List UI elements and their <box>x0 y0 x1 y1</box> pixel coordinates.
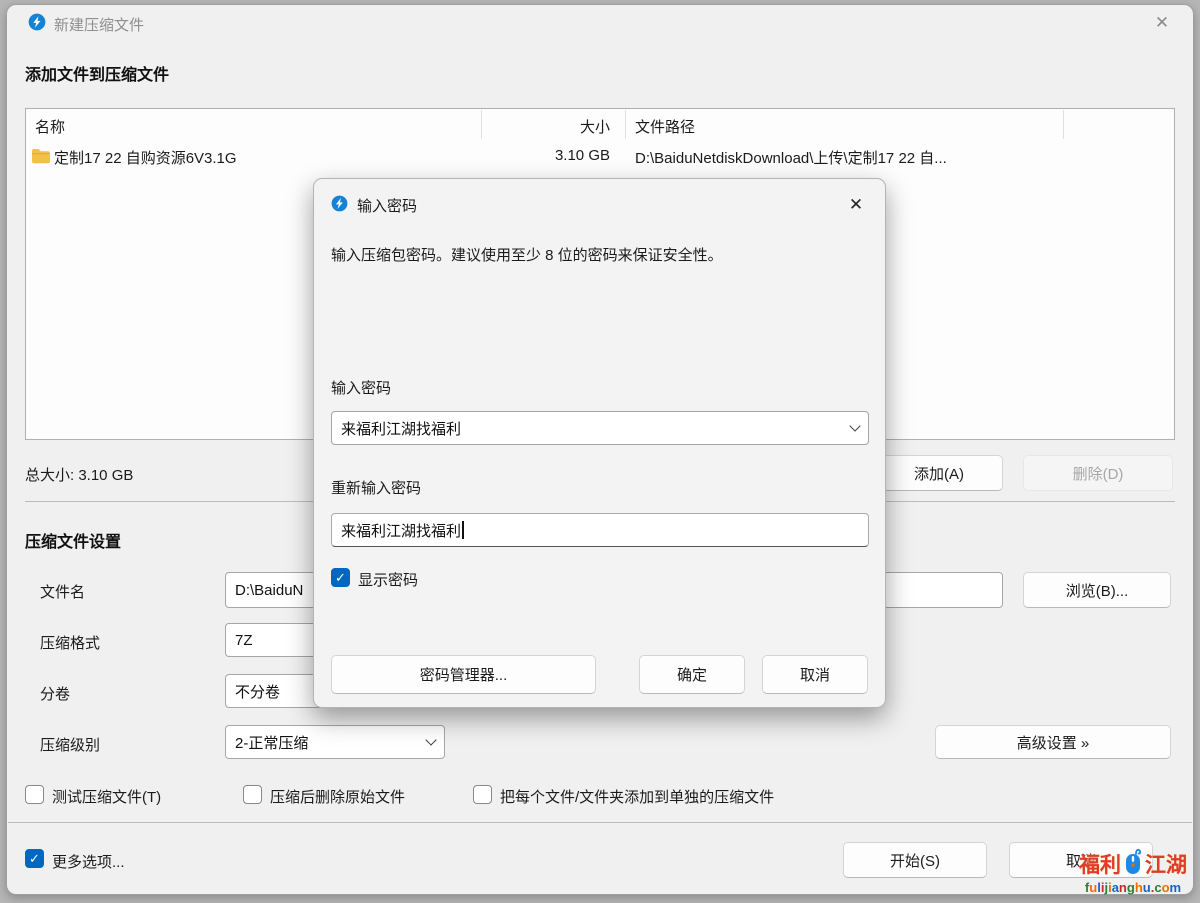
window-close-icon[interactable]: ✕ <box>1142 8 1182 38</box>
dialog-instruction: 输入压缩包密码。建议使用至少 8 位的密码来保证安全性。 <box>331 244 871 265</box>
password-label: 输入密码 <box>331 377 391 398</box>
window-title: 新建压缩文件 <box>54 14 144 35</box>
browse-button[interactable]: 浏览(B)... <box>1023 572 1171 608</box>
separate-archives-label[interactable]: 把每个文件/文件夹添加到单独的压缩文件 <box>500 786 774 807</box>
total-size-label: 总大小: 3.10 GB <box>25 464 133 485</box>
folder-icon <box>31 148 50 169</box>
show-password-label[interactable]: 显示密码 <box>358 569 418 590</box>
dialog-close-icon[interactable]: ✕ <box>836 190 876 220</box>
watermark-left-text: 福利 <box>1079 849 1121 879</box>
delete-after-label[interactable]: 压缩后删除原始文件 <box>270 786 405 807</box>
chevron-down-icon <box>425 734 436 745</box>
password-combobox[interactable]: 来福利江湖找福利 <box>331 411 869 445</box>
add-button[interactable]: 添加(A) <box>875 455 1003 491</box>
filename-value: D:\BaiduN <box>235 582 303 599</box>
watermark-logo: 福利 江湖 fulijianghu.com <box>1068 846 1198 895</box>
password-dialog: 输入密码 ✕ 输入压缩包密码。建议使用至少 8 位的密码来保证安全性。 输入密码… <box>313 178 886 708</box>
test-archive-checkbox[interactable]: ✓ <box>25 785 44 804</box>
delete-after-checkbox[interactable]: ✓ <box>243 785 262 804</box>
file-row-name[interactable]: 定制17 22 自购资源6V3.1G <box>54 147 237 168</box>
volume-value: 不分卷 <box>235 681 280 702</box>
screen: 新建压缩文件 ✕ 添加文件到压缩文件 名称 大小 文件路径 定制17 22 自购… <box>0 0 1200 903</box>
volume-label: 分卷 <box>40 683 70 704</box>
test-archive-label[interactable]: 测试压缩文件(T) <box>52 786 161 807</box>
column-header-name[interactable]: 名称 <box>35 116 65 137</box>
app-icon <box>28 13 46 31</box>
level-label: 压缩级别 <box>40 734 100 755</box>
level-value: 2-正常压缩 <box>235 732 308 753</box>
watermark-url: fulijianghu.com <box>1068 880 1198 895</box>
confirm-password-value: 来福利江湖找福利 <box>341 520 461 541</box>
column-separator[interactable] <box>481 110 482 139</box>
text-caret <box>462 521 464 539</box>
footer-divider <box>8 822 1192 823</box>
watermark-right-text: 江湖 <box>1145 849 1187 879</box>
dialog-title: 输入密码 <box>357 195 417 216</box>
format-label: 压缩格式 <box>40 632 100 653</box>
ok-button[interactable]: 确定 <box>639 655 745 694</box>
column-separator[interactable] <box>1063 110 1064 139</box>
more-options-label[interactable]: 更多选项... <box>52 851 125 872</box>
level-combobox[interactable]: 2-正常压缩 <box>225 725 445 759</box>
file-row-size[interactable]: 3.10 GB <box>460 147 610 164</box>
confirm-password-label: 重新输入密码 <box>331 477 421 498</box>
archive-settings-heading: 压缩文件设置 <box>25 528 121 552</box>
start-button[interactable]: 开始(S) <box>843 842 987 878</box>
dialog-cancel-button[interactable]: 取消 <box>762 655 868 694</box>
chevron-down-icon <box>849 420 860 431</box>
column-header-size[interactable]: 大小 <box>460 116 610 137</box>
show-password-checkbox[interactable]: ✓ <box>331 568 350 587</box>
password-value: 来福利江湖找福利 <box>341 418 461 439</box>
add-files-heading: 添加文件到压缩文件 <box>25 61 169 85</box>
separate-archives-checkbox[interactable]: ✓ <box>473 785 492 804</box>
file-row-path[interactable]: D:\BaiduNetdiskDownload\上传\定制17 22 自... <box>635 147 947 168</box>
mouse-icon <box>1123 846 1143 881</box>
dialog-app-icon <box>331 195 348 212</box>
column-separator[interactable] <box>625 110 626 139</box>
column-header-path[interactable]: 文件路径 <box>635 116 695 137</box>
delete-button: 删除(D) <box>1023 455 1173 491</box>
password-manager-button[interactable]: 密码管理器... <box>331 655 596 694</box>
format-value: 7Z <box>235 632 253 649</box>
confirm-password-input[interactable]: 来福利江湖找福利 <box>331 513 869 547</box>
advanced-settings-button[interactable]: 高级设置 » <box>935 725 1171 759</box>
filename-label: 文件名 <box>40 581 85 602</box>
more-options-checkbox[interactable]: ✓ <box>25 849 44 868</box>
